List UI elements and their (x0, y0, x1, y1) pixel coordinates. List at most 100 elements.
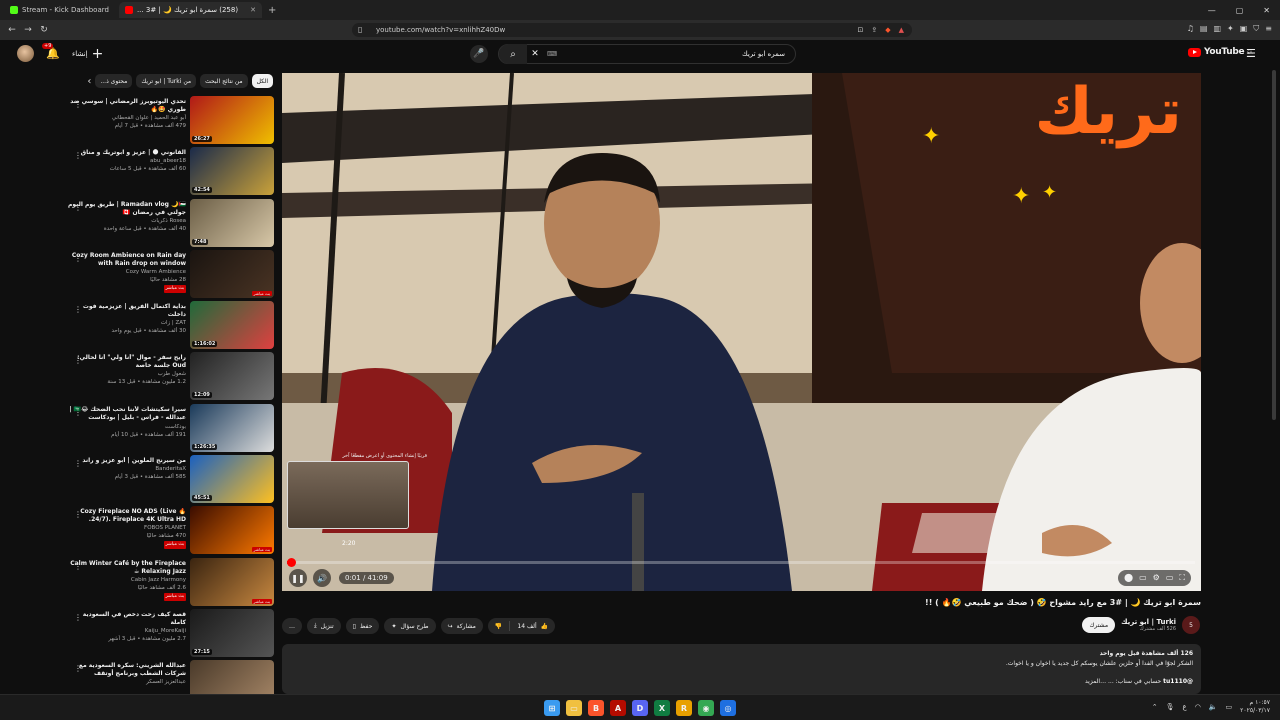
maximize-button[interactable]: ▢ (1236, 6, 1244, 15)
channel-name[interactable]: Turki | ابو تريك (1121, 618, 1176, 626)
channel-avatar[interactable]: 5 (1182, 616, 1200, 634)
autoplay-toggle[interactable]: ⬤ (1124, 573, 1133, 583)
recommendation-title[interactable]: Calm Winter Café by the Fireplace ☕ Rela… (68, 560, 186, 576)
more-options-icon[interactable]: ⋮ (74, 408, 82, 417)
chip-from-search[interactable]: من نتائج البحث (200, 74, 248, 88)
recommendation-title[interactable]: بداية اكتمال الفريق | عزيزمية فوت داخلت (68, 303, 186, 319)
video-player[interactable]: تريك ✦ ✦ ✦ قريبًا إنشاء المحتوى أو اعرض … (282, 73, 1201, 591)
chip-related[interactable]: محتوى ذ... (95, 74, 133, 88)
progress-scrubber[interactable] (286, 558, 296, 567)
minimize-button[interactable]: — (1208, 6, 1216, 15)
vpn-icon[interactable]: ⛉ (1253, 24, 1259, 34)
ask-button[interactable]: ✦ طرح سؤال (384, 618, 436, 634)
battery-icon[interactable]: ▭ (1226, 703, 1233, 711)
more-options-icon[interactable]: ⋮ (74, 664, 82, 673)
new-tab-button[interactable]: + (268, 5, 276, 16)
tab-youtube[interactable]: (258) سمرة ابو تريك 🌙 | #3 ... ✕ (118, 2, 262, 18)
chip-from-channel[interactable]: من Turki | ابو تريك (136, 74, 197, 88)
recommendation-title[interactable]: عبدالله الشريني: سكره السعودية مع شركات … (68, 662, 186, 678)
discord-icon[interactable]: D (632, 700, 648, 716)
recommendation-item[interactable]: 26:27 تحدي اليوتيوبرز الرمضاني | سوسي ضد… (68, 96, 274, 147)
recommendation-item[interactable]: بث مباشر Cozy Room Ambience on Rain day … (68, 249, 274, 301)
youtube-logo[interactable]: YouTube SA (1188, 47, 1252, 57)
recommendation-item[interactable]: بث مباشر Calm Winter Café by the Firepla… (68, 557, 274, 609)
forward-icon[interactable]: → (20, 25, 36, 35)
recommendation-item[interactable]: 1:16:02 بداية اكتمال الفريق | عزيزمية فو… (68, 301, 274, 352)
recommendation-thumbnail[interactable]: 45:51 (190, 455, 274, 504)
clock[interactable]: ١٠:٥٧ م ٢٠٢٥/٠٣/١٧ (1240, 699, 1270, 715)
extensions-icon[interactable]: ✦ (1227, 24, 1234, 34)
install-icon[interactable]: ⊡ (857, 26, 863, 34)
rewards-icon[interactable]: ▲ (899, 26, 904, 34)
recommendation-title[interactable]: من سيرنج الملوين | أبو عزيز و راند (68, 457, 186, 465)
recommendation-item[interactable]: عبدالله الشريني: سكره السعودية مع شركات … (68, 660, 274, 694)
recommendation-title[interactable]: قصة كيف زحت دخص في السعودية كاملة (68, 611, 186, 627)
recommendation-channel[interactable]: Rosea ذكريات (68, 217, 186, 225)
recommendation-channel[interactable]: بودكاست (68, 423, 186, 431)
tab-kick[interactable]: Stream - Kick Dashboard (4, 2, 115, 18)
menu-icon[interactable]: ≡ (1265, 24, 1272, 34)
account-avatar[interactable] (17, 45, 34, 62)
recommendation-item[interactable]: 45:51 من سيرنج الملوين | أبو عزيز و راند… (68, 455, 274, 506)
bookmark-icon[interactable]: ▯ (358, 25, 362, 34)
more-options-icon[interactable]: ⋮ (74, 254, 82, 263)
more-options-icon[interactable]: ⋮ (74, 459, 82, 468)
search-input[interactable]: سمره ابو تريك (742, 50, 795, 58)
recommendation-channel[interactable]: abu_abeer18 (68, 157, 186, 165)
recommendation-thumbnail[interactable]: 27:15 (190, 608, 274, 657)
more-options-icon[interactable]: ⋮ (74, 510, 82, 519)
recommendation-channel[interactable]: شعول طرب (68, 370, 186, 378)
brave-shield-icon[interactable]: ◆ (885, 26, 890, 34)
excel-icon[interactable]: X (654, 700, 670, 716)
recommendation-thumbnail[interactable] (190, 660, 274, 694)
create-button[interactable]: إنشاء + (72, 46, 103, 62)
mic-tray-icon[interactable]: 🎙 (1166, 703, 1175, 711)
recommendation-channel[interactable]: BanderitaX (68, 465, 186, 473)
recommendation-channel[interactable]: أبو عبد الحميد | علوان القحطاني (68, 114, 186, 122)
media-icon[interactable]: ♫ (1187, 24, 1194, 34)
progress-bar[interactable] (286, 558, 1195, 567)
description-box[interactable]: 126 ألف مشاهدة قبل يوم واحد الشكر لجوّا … (282, 644, 1201, 694)
subscribed-button[interactable]: مشترك (1082, 617, 1116, 633)
recommendation-item[interactable]: 12:09 رايح سفر - موال "أنا ولي" أنا لحال… (68, 352, 274, 403)
recommendation-channel[interactable]: ZAT | زات (68, 319, 186, 327)
recommendation-channel[interactable]: Kaiju_MoreKaiji (68, 627, 186, 635)
reload-icon[interactable]: ↻ (36, 25, 52, 35)
share-icon[interactable]: ⇪ (871, 26, 877, 34)
voice-search-mic-icon[interactable]: 🎤 (470, 45, 488, 63)
chevron-left-icon[interactable]: ‹ (87, 76, 91, 87)
explorer-icon[interactable]: ▭ (566, 700, 582, 716)
more-options-icon[interactable]: ⋮ (74, 613, 82, 622)
recommendation-thumbnail[interactable]: بث مباشر (190, 506, 274, 555)
tab-search-icon[interactable]: ▤ (1200, 24, 1208, 34)
recommendation-item[interactable]: 7:48 Ramadan vlog 🌙🇵🇸 | طريق يوم اليوم ج… (68, 198, 274, 250)
recommendation-thumbnail[interactable]: 42:54 (190, 147, 274, 196)
recommendation-item[interactable]: 42:54 القانوني 🌑 | عزيز و ابوتريك و مناق… (68, 147, 274, 198)
recommendation-title[interactable]: 🔥 Cozy Fireplace NO ADS (Live 24/7). Fir… (68, 508, 186, 524)
recommendation-thumbnail[interactable]: 12:09 (190, 352, 274, 401)
recommendation-item[interactable]: 27:15 قصة كيف زحت دخص في السعودية كاملة … (68, 608, 274, 660)
recommendation-item[interactable]: بث مباشر 🔥 Cozy Fireplace NO ADS (Live 2… (68, 506, 274, 557)
more-options-icon[interactable]: ⋮ (74, 151, 82, 160)
recommendation-title[interactable]: القانوني 🌑 | عزيز و ابوتريك و مناق (68, 149, 186, 157)
speaker-icon[interactable]: 🔈 (1209, 703, 1218, 711)
other-icon[interactable]: ◎ (720, 700, 736, 716)
dislike-button[interactable]: 👎 (488, 618, 509, 634)
keyboard-icon[interactable]: ⌨ (547, 50, 557, 58)
search-box[interactable]: ⌕ ✕ ⌨ سمره ابو تريك (498, 44, 796, 64)
recommendation-title[interactable]: سيرا سكيتشات لأننا نحب الضحك 😂🇸🇦 | عبدال… (68, 406, 186, 423)
address-bar[interactable]: ▯ youtube.com/watch?v=xnlihhZ40Dw ⊡ ⇪ ◆ … (352, 23, 912, 37)
recommendation-thumbnail[interactable]: 7:48 (190, 198, 274, 247)
share-button[interactable]: ↪ مشاركة (440, 618, 483, 634)
files-icon[interactable]: R (676, 700, 692, 716)
show-more-link[interactable]: …المزيد (1085, 678, 1106, 685)
more-options-icon[interactable]: ⋮ (74, 562, 82, 571)
recommendation-thumbnail[interactable]: بث مباشر (190, 557, 274, 606)
save-button[interactable]: ▯ حفظ (345, 618, 380, 634)
theater-mode-icon[interactable]: ▭ (1166, 573, 1174, 583)
more-options-icon[interactable]: ⋮ (74, 100, 82, 109)
wallet-icon[interactable]: ▣ (1240, 24, 1248, 34)
recommendation-title[interactable]: Ramadan vlog 🌙🇵🇸 | طريق يوم اليوم جولتي … (68, 201, 186, 217)
recommendation-item[interactable]: 1:26:35 سيرا سكيتشات لأننا نحب الضحك 😂🇸🇦… (68, 403, 274, 455)
recommendation-thumbnail[interactable]: بث مباشر (190, 249, 274, 298)
